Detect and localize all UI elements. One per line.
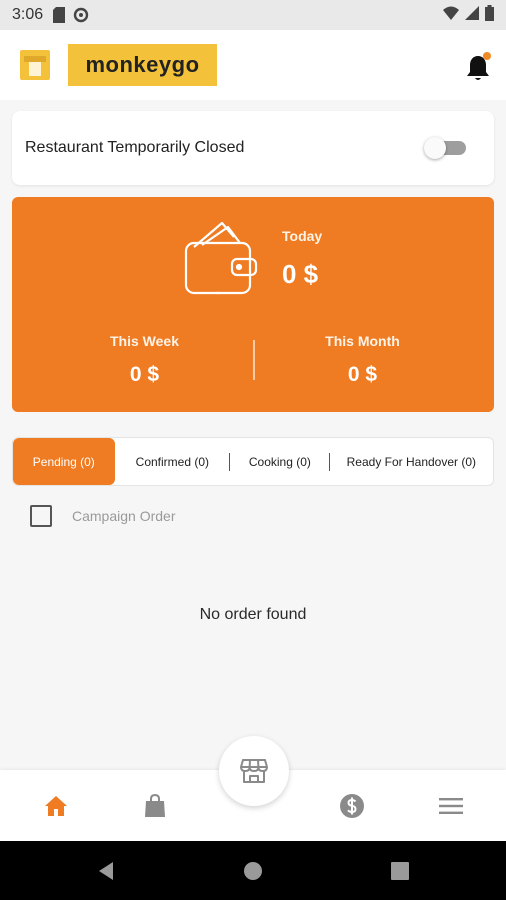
system-home-button[interactable]	[243, 861, 263, 881]
tab-cooking[interactable]: Cooking (0)	[230, 438, 330, 485]
campaign-order-label: Campaign Order	[72, 508, 176, 524]
restaurant-closed-toggle[interactable]	[420, 136, 470, 160]
this-week-label: This Week	[110, 333, 179, 349]
notification-dot	[483, 52, 491, 60]
home-circle-icon	[244, 862, 262, 880]
tab-confirmed-label: Confirmed (0)	[135, 454, 210, 469]
back-icon	[99, 862, 113, 880]
nav-orders[interactable]	[141, 792, 169, 820]
this-month-label: This Month	[325, 333, 400, 349]
wallet-icon	[184, 221, 258, 295]
battery-icon	[485, 4, 494, 26]
store-icon	[240, 759, 268, 783]
this-week-value: 0 $	[129, 363, 160, 386]
dollar-icon	[340, 794, 364, 818]
restaurant-closed-label: Restaurant Temporarily Closed	[25, 139, 245, 156]
nav-earnings[interactable]	[338, 792, 366, 820]
empty-state-message: No order found	[199, 606, 307, 623]
system-navigation-bar	[0, 841, 506, 900]
system-recents-button[interactable]	[390, 861, 410, 881]
shopping-bag-icon	[145, 794, 165, 817]
tab-pending[interactable]: Pending (0)	[13, 438, 115, 485]
menu-icon	[439, 798, 463, 814]
status-time: 3:06	[12, 6, 44, 23]
tab-confirmed[interactable]: Confirmed (0)	[115, 438, 231, 485]
signal-icon	[465, 5, 479, 25]
sd-card-icon	[53, 7, 66, 23]
earnings-card: Today 0 $ This Week 0 $ This Month 0 $	[12, 197, 494, 412]
earnings-divider	[253, 340, 255, 380]
tab-ready-for-handover-label: Ready For Handover (0)	[346, 454, 477, 469]
data-saver-icon	[73, 7, 89, 23]
restaurant-closed-card: Restaurant Temporarily Closed	[12, 111, 494, 185]
order-status-tabs: Pending (0) Confirmed (0) Cooking (0) Re…	[12, 437, 494, 486]
status-bar: 3:06	[0, 0, 506, 30]
wifi-icon	[443, 6, 459, 25]
nav-home[interactable]	[42, 792, 70, 820]
home-icon	[45, 796, 67, 816]
today-value: 0 $	[282, 259, 319, 289]
this-month-value: 0 $	[347, 363, 378, 386]
nav-menu[interactable]	[437, 792, 465, 820]
restaurant-logo-icon[interactable]	[20, 50, 50, 80]
system-back-button[interactable]	[96, 861, 116, 881]
tab-cooking-label: Cooking (0)	[248, 454, 311, 469]
notification-bell-icon[interactable]	[463, 52, 493, 82]
today-label: Today	[282, 228, 323, 244]
brand-logo: monkeygo	[68, 44, 217, 86]
store-fab-button[interactable]	[219, 736, 289, 806]
campaign-order-checkbox[interactable]	[30, 505, 52, 527]
tab-pending-label: Pending (0)	[32, 454, 95, 469]
recents-icon	[391, 862, 409, 880]
campaign-order-filter[interactable]: Campaign Order	[30, 504, 176, 528]
app-bar: monkeygo	[0, 30, 506, 100]
tab-ready-for-handover[interactable]: Ready For Handover (0)	[330, 438, 493, 485]
